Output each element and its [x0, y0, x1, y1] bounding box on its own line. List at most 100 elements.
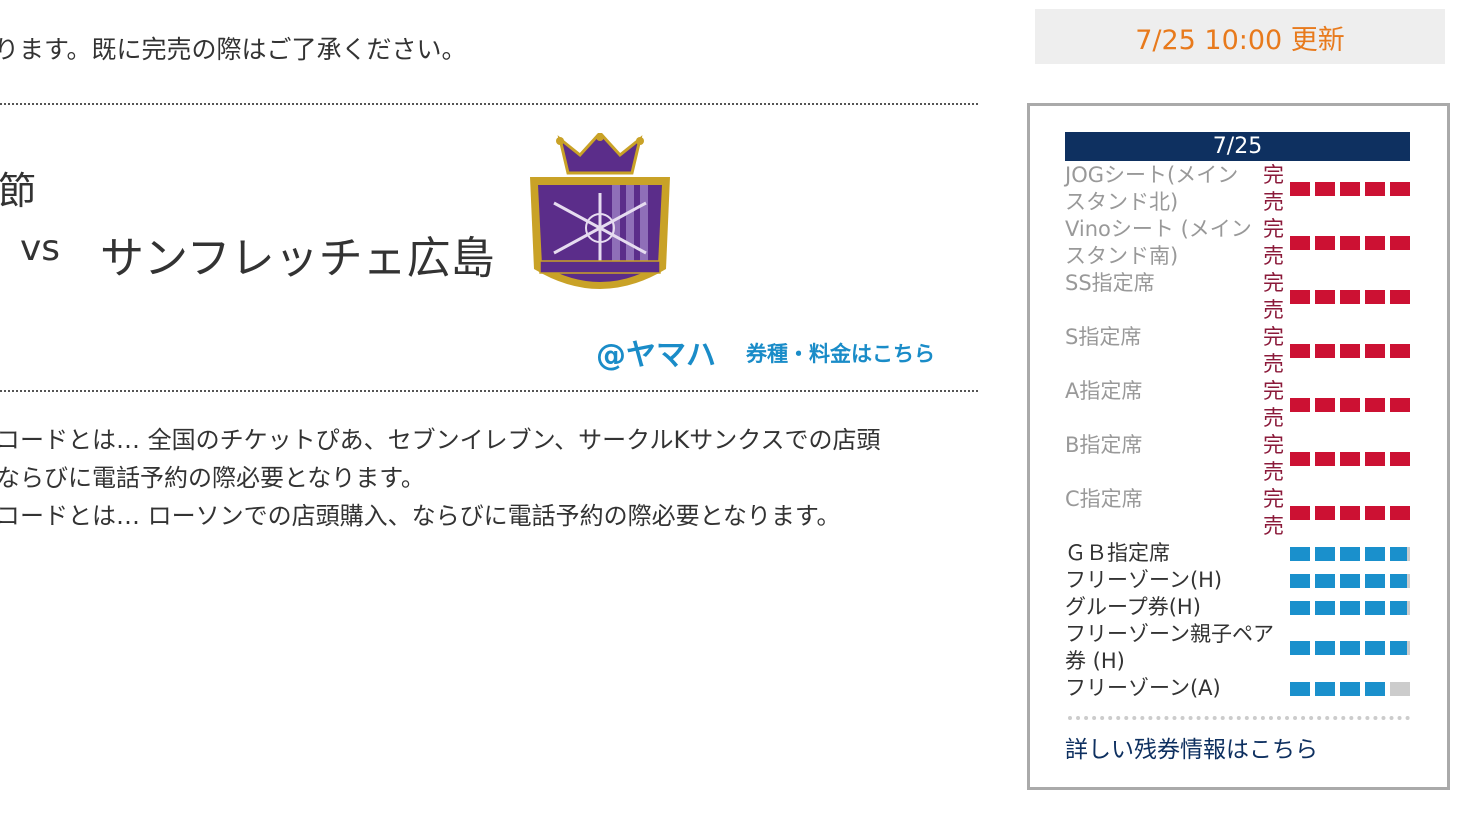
meter-block-fill [1390, 601, 1407, 615]
availability-meter [1290, 182, 1410, 196]
availability-meter [1290, 547, 1410, 561]
meter-block-fill [1315, 398, 1335, 412]
availability-meter [1290, 574, 1410, 588]
meter-block-fill [1390, 182, 1410, 196]
pia-code-info-continued: ならびに電話予約の際必要となります。 [0, 464, 425, 492]
seat-name: JOGシート(メインスタンド北) [1065, 163, 1239, 214]
meter-block-fill [1340, 236, 1360, 250]
meter-block-fill [1365, 641, 1385, 655]
meter-block-fill [1340, 574, 1360, 588]
venue-link[interactable]: @ヤマハ [596, 330, 716, 374]
meter-block-fill [1340, 682, 1360, 696]
sold-out-notice: ります。既に完売の際はご了承ください。 [0, 35, 467, 64]
availability-meter [1290, 506, 1410, 520]
meter-block-fill [1290, 601, 1310, 615]
meter-block-fill [1315, 682, 1335, 696]
meter-block-fill [1340, 601, 1360, 615]
meter-block-fill [1340, 452, 1360, 466]
meter-block-fill [1290, 344, 1310, 358]
pia-code-info: コードとは… 全国のチケットぴあ、セブンイレブン、サークルKサンクスでの店頭 [0, 426, 881, 454]
meter-block-fill [1365, 682, 1385, 696]
meter-block-fill [1315, 236, 1335, 250]
sold-out-tag: 完売 [1263, 433, 1284, 484]
meter-block-fill [1365, 398, 1385, 412]
meter-block-fill [1390, 344, 1410, 358]
meter-block-fill [1315, 574, 1335, 588]
meter-block-fill [1390, 547, 1407, 561]
seat-name: フリーゾーン(H) [1065, 568, 1223, 592]
meter-block-fill [1315, 182, 1335, 196]
meter-block-fill [1390, 641, 1407, 655]
meter-block-fill [1315, 290, 1335, 304]
seat-name: Vinoシート (メインスタンド南) [1065, 217, 1252, 268]
meter-block-fill [1390, 452, 1410, 466]
meter-block-fill [1365, 601, 1385, 615]
availability-meter [1290, 452, 1410, 466]
availability-meter [1290, 344, 1410, 358]
detailed-ticket-info-link[interactable]: 詳しい残券情報はこちら [1065, 730, 1318, 764]
meter-block-fill [1340, 506, 1360, 520]
meter-block-fill [1315, 601, 1335, 615]
availability-meter [1290, 290, 1410, 304]
seat-name: フリーゾーン親子ペア券 (H) [1065, 622, 1274, 673]
meter-block-fill [1365, 452, 1385, 466]
meter-block-fill [1365, 290, 1385, 304]
meter-block-fill [1390, 290, 1410, 304]
dotted-divider [0, 103, 978, 105]
opponent-team-name: サンフレッチェ広島 [100, 233, 495, 284]
meter-block-fill [1365, 574, 1385, 588]
seat-name: グループ券(H) [1065, 595, 1201, 619]
seat-name: S指定席 [1065, 325, 1142, 349]
sold-out-tag: 完売 [1263, 163, 1284, 214]
panel-divider [1068, 716, 1410, 720]
availability-meter [1290, 641, 1410, 655]
meter-block-fill [1340, 290, 1360, 304]
lawson-code-info: コードとは… ローソンでの店頭購入、ならびに電話予約の際必要となります。 [0, 502, 841, 530]
vs-label: vs [20, 228, 61, 269]
meter-block-fill [1365, 547, 1385, 561]
meter-block-fill [1290, 506, 1310, 520]
meter-block-fill [1340, 547, 1360, 561]
meter-block-fill [1340, 344, 1360, 358]
meter-block-fill [1390, 236, 1410, 250]
meter-block-fill [1365, 506, 1385, 520]
meter-block-fill [1315, 547, 1335, 561]
seat-name: B指定席 [1065, 433, 1143, 457]
meter-block-fill [1315, 641, 1335, 655]
availability-meter [1290, 601, 1410, 615]
meter-block-fill [1390, 574, 1407, 588]
availability-date-header: 7/25 [1065, 132, 1410, 161]
seat-name: A指定席 [1065, 379, 1143, 403]
seat-name: ＧＢ指定席 [1065, 541, 1170, 565]
meter-block-fill [1290, 574, 1310, 588]
meter-block-fill [1365, 344, 1385, 358]
meter-block-fill [1290, 236, 1310, 250]
meter-block-fill [1290, 398, 1310, 412]
meter-block-fill [1290, 290, 1310, 304]
update-timestamp-bar: 7/25 10:00 更新 [1035, 9, 1445, 64]
sold-out-tag: 完売 [1263, 271, 1284, 322]
meter-block [1390, 682, 1410, 696]
meter-block-fill [1340, 641, 1360, 655]
meter-block-fill [1290, 641, 1310, 655]
seat-name: SS指定席 [1065, 271, 1155, 295]
dotted-divider [0, 390, 978, 392]
sanfrecce-emblem-icon [520, 130, 680, 303]
sold-out-tag: 完売 [1263, 325, 1284, 376]
meter-block-fill [1290, 547, 1310, 561]
meter-block-fill [1315, 452, 1335, 466]
availability-meter [1290, 398, 1410, 412]
meter-block-fill [1340, 398, 1360, 412]
match-round: 節 [0, 169, 37, 213]
meter-block-fill [1390, 506, 1410, 520]
availability-meter [1290, 236, 1410, 250]
sold-out-tag: 完売 [1263, 217, 1284, 268]
meter-block-fill [1315, 344, 1335, 358]
meter-block-fill [1290, 182, 1310, 196]
seat-name: C指定席 [1065, 487, 1143, 511]
meter-block-fill [1315, 506, 1335, 520]
meter-block-fill [1290, 452, 1310, 466]
availability-meter [1290, 682, 1410, 696]
meter-block-fill [1290, 682, 1310, 696]
ticket-price-link[interactable]: 券種・料金はこちら [746, 338, 935, 368]
